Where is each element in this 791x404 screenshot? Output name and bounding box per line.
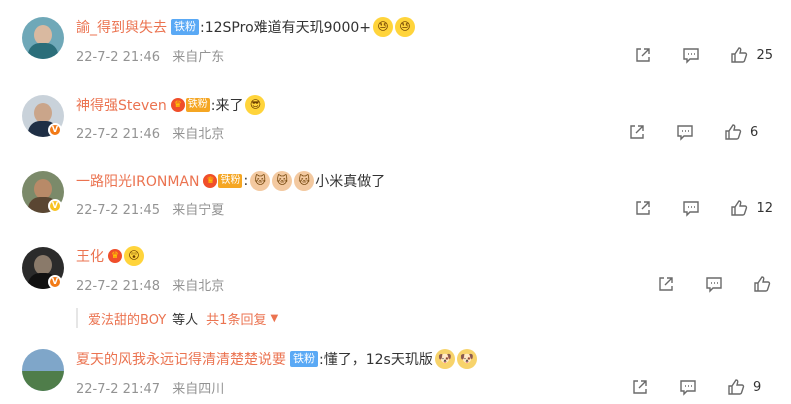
comment-icon[interactable]: [679, 378, 697, 396]
comment-date: 22-7-2 21:46: [76, 50, 161, 65]
cold-sweat-emoji: 😓: [395, 17, 415, 37]
avatar[interactable]: [22, 349, 64, 391]
share-icon[interactable]: [628, 123, 646, 141]
crown-icon: ♛: [170, 98, 185, 112]
verified-badge-icon: V: [48, 199, 62, 213]
comment-actions: 9: [631, 377, 769, 397]
username[interactable]: 王化: [76, 246, 104, 266]
avatar[interactable]: [22, 17, 64, 59]
comment-icon[interactable]: [682, 199, 700, 217]
comment-actions: 25: [634, 45, 773, 65]
comment-icon[interactable]: [705, 275, 723, 293]
crown-icon: ♛: [203, 174, 218, 188]
reply-summary: 爱法甜的BOY 等人 共1条回复 ▼: [76, 308, 278, 328]
comment-text: :来了: [210, 98, 244, 114]
username[interactable]: 諭_得到與失去: [76, 17, 167, 37]
doge-emoji: 🐶: [456, 349, 477, 369]
comment-actions: 12: [634, 198, 773, 218]
like-icon[interactable]: [753, 275, 771, 293]
like-count: 9: [753, 379, 762, 395]
share-icon[interactable]: [657, 275, 675, 293]
cat-emoji: 🐱: [272, 171, 293, 191]
fan-badge: 铁粉: [290, 351, 318, 367]
comment-actions: 6: [628, 122, 766, 142]
crown-icon: ♛: [108, 249, 122, 263]
like-icon[interactable]: [730, 46, 748, 64]
fan-badge: 铁粉: [218, 174, 243, 188]
verified-badge-icon: V: [48, 275, 62, 289]
comment-icon[interactable]: [682, 46, 700, 64]
doge-emoji: 🐶: [434, 349, 455, 369]
comment-meta: 22-7-2 21:46 来自广东: [76, 46, 225, 65]
comment-meta: 22-7-2 21:48 来自北京: [76, 275, 225, 294]
cat-emoji: 🐱: [294, 171, 315, 191]
like-count: 25: [756, 47, 773, 63]
comment-date: 22-7-2 21:47: [76, 382, 161, 397]
like-icon[interactable]: [724, 123, 742, 141]
comment-meta: 22-7-2 21:47 来自四川: [76, 378, 225, 397]
vip-fan-badge: ♛ 铁粉: [203, 173, 243, 189]
comment-actions: [657, 274, 771, 294]
username[interactable]: 夏天的风我永远记得清清楚楚说要: [76, 349, 286, 369]
view-replies-link[interactable]: 共1条回复: [206, 309, 266, 328]
fan-badge: 铁粉: [185, 98, 210, 112]
comment-date: 22-7-2 21:46: [76, 127, 161, 142]
sunglasses-emoji: 😎: [245, 95, 266, 115]
comment-location: 来自广东: [172, 50, 225, 65]
cold-sweat-emoji: 😓: [373, 17, 393, 37]
reply-username[interactable]: 爱法甜的BOY: [88, 309, 166, 328]
username[interactable]: 一路阳光IRONMAN: [76, 171, 199, 191]
share-icon[interactable]: [634, 199, 652, 217]
comment-location: 来自宁夏: [172, 203, 225, 218]
comment-location: 来自北京: [172, 127, 225, 142]
comment-meta: 22-7-2 21:45 来自宁夏: [76, 199, 225, 218]
like-icon[interactable]: [727, 378, 745, 396]
comment-text: 小米真做了: [315, 174, 386, 190]
comment-text: :12SPro难道有天玑9000+: [200, 20, 371, 36]
like-count: 12: [756, 200, 773, 216]
comment-location: 来自四川: [172, 382, 225, 397]
verified-badge-icon: V: [48, 123, 62, 137]
caret-down-icon[interactable]: ▼: [270, 313, 278, 324]
share-icon[interactable]: [634, 46, 652, 64]
comment-icon[interactable]: [676, 123, 694, 141]
share-icon[interactable]: [631, 378, 649, 396]
cat-emoji: 🐱: [250, 171, 271, 191]
like-count: 6: [750, 124, 759, 140]
vip-fan-badge: ♛: [108, 248, 122, 264]
username[interactable]: 神得强Steven: [76, 95, 167, 115]
like-icon[interactable]: [730, 199, 748, 217]
comment-text: :懂了，12s天玑版: [319, 352, 433, 368]
reply-others-label: 等人: [172, 312, 199, 328]
surprised-emoji: 😲: [124, 246, 144, 266]
comment-meta: 22-7-2 21:46 来自北京: [76, 123, 225, 142]
comment-date: 22-7-2 21:45: [76, 203, 161, 218]
comment-date: 22-7-2 21:48: [76, 279, 161, 294]
fan-badge: 铁粉: [171, 19, 199, 35]
vip-fan-badge: ♛ 铁粉: [170, 97, 210, 113]
comment-location: 来自北京: [172, 279, 225, 294]
